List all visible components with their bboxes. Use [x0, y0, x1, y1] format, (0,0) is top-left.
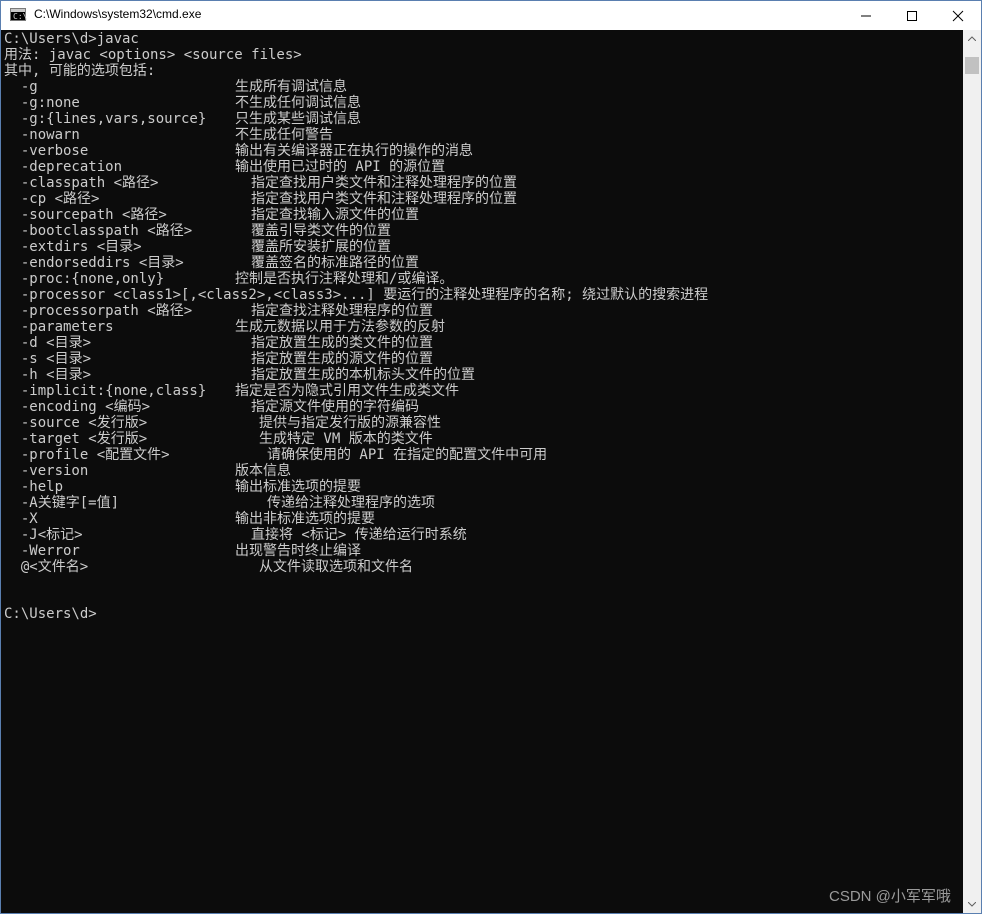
- option-description: 只生成某些调试信息: [235, 111, 361, 127]
- option-description: 生成元数据以用于方法参数的反射: [235, 319, 445, 335]
- option-description: 输出使用已过时的 API 的源位置: [235, 159, 446, 175]
- maximize-icon: [907, 10, 917, 21]
- maximize-button[interactable]: [889, 1, 935, 30]
- vertical-scrollbar[interactable]: [963, 30, 981, 913]
- option-description: 指定放置生成的本机标头文件的位置: [251, 367, 475, 383]
- chevron-down-icon: [968, 902, 976, 907]
- option-description: 指定查找用户类文件和注释处理程序的位置: [251, 175, 517, 191]
- option-name: -h <目录>: [4, 367, 92, 383]
- csdn-watermark: CSDN @小军军哦: [829, 888, 951, 905]
- option-name: -d <目录>: [4, 335, 92, 351]
- option-name: -verbose: [4, 143, 89, 159]
- scroll-down-button[interactable]: [963, 896, 981, 913]
- option-description: 指定放置生成的源文件的位置: [251, 351, 433, 367]
- option-description: 指定放置生成的类文件的位置: [251, 335, 433, 351]
- option-description: 传递给注释处理程序的选项: [267, 495, 435, 511]
- minimize-icon: [861, 15, 871, 16]
- option-description: 指定是否为隐式引用文件生成类文件: [235, 383, 459, 399]
- option-name: -processorpath <路径>: [4, 303, 193, 319]
- option-description: 指定查找用户类文件和注释处理程序的位置: [251, 191, 517, 207]
- chevron-up-icon: [968, 36, 976, 41]
- cmd-window: C:\ C:\Windows\system32\cmd.exe C:\Users…: [0, 0, 982, 914]
- option-name: -implicit:{none,class}: [4, 383, 207, 399]
- option-name: -endorseddirs <目录>: [4, 255, 184, 271]
- close-button[interactable]: [935, 1, 981, 30]
- option-name: -s <目录>: [4, 351, 92, 367]
- option-description: 覆盖签名的标准路径的位置: [251, 255, 419, 271]
- option-description: 输出有关编译器正在执行的操作的消息: [235, 143, 473, 159]
- option-description: 控制是否执行注释处理和/或编译。: [235, 271, 454, 287]
- option-name: -source <发行版>: [4, 415, 148, 431]
- console-line: 其中, 可能的选项包括:: [4, 63, 156, 79]
- option-name: -help: [4, 479, 64, 495]
- option-description: 覆盖所安装扩展的位置: [251, 239, 391, 255]
- option-description: 请确保使用的 API 在指定的配置文件中可用: [267, 447, 548, 463]
- option-description: 不生成任何调试信息: [235, 95, 361, 111]
- option-name: -encoding <编码>: [4, 399, 151, 415]
- option-description: 输出标准选项的提要: [235, 479, 361, 495]
- minimize-button[interactable]: [843, 1, 889, 30]
- option-description: 不生成任何警告: [235, 127, 333, 143]
- option-description: 从文件读取选项和文件名: [259, 559, 413, 575]
- console-app-icon[interactable]: C:\: [10, 8, 28, 21]
- console-prompt: C:\Users\d>: [4, 606, 97, 622]
- option-name: -proc:{none,only}: [4, 271, 165, 287]
- option-name: -X: [4, 511, 38, 527]
- console-line: C:\Users\d>javac: [4, 31, 139, 47]
- option-name: -processor <class1>[,<class2>,<class3>..…: [4, 287, 709, 303]
- console-output[interactable]: C:\Users\d>javac 用法: javac <options> <so…: [1, 30, 963, 913]
- scroll-up-button[interactable]: [963, 30, 981, 47]
- console-line: 用法: javac <options> <source files>: [4, 47, 302, 63]
- option-name: -parameters: [4, 319, 114, 335]
- option-description: 指定查找输入源文件的位置: [251, 207, 419, 223]
- option-description: 出现警告时终止编译: [235, 543, 361, 559]
- option-name: -classpath <路径>: [4, 175, 159, 191]
- option-name: -A关键字[=值]: [4, 495, 120, 511]
- option-description: 版本信息: [235, 463, 291, 479]
- option-name: -extdirs <目录>: [4, 239, 142, 255]
- option-name: -g: [4, 79, 38, 95]
- option-description: 提供与指定发行版的源兼容性: [259, 415, 441, 431]
- option-name: -version: [4, 463, 89, 479]
- scroll-thumb[interactable]: [965, 57, 979, 74]
- option-description: 直接将 <标记> 传递给运行时系统: [251, 527, 467, 543]
- icon-prompt-text: C:\: [13, 12, 28, 21]
- option-name: -nowarn: [4, 127, 80, 143]
- option-description: 生成特定 VM 版本的类文件: [259, 431, 433, 447]
- option-name: -g:none: [4, 95, 80, 111]
- option-name: -bootclasspath <路径>: [4, 223, 193, 239]
- option-description: 输出非标准选项的提要: [235, 511, 375, 527]
- option-description: 生成所有调试信息: [235, 79, 347, 95]
- option-name: -target <发行版>: [4, 431, 148, 447]
- window-title: C:\Windows\system32\cmd.exe: [34, 7, 202, 21]
- option-description: 指定源文件使用的字符编码: [251, 399, 419, 415]
- option-name: -g:{lines,vars,source}: [4, 111, 207, 127]
- option-name: @<文件名>: [4, 559, 89, 575]
- option-name: -deprecation: [4, 159, 123, 175]
- close-icon: [952, 10, 964, 21]
- option-description: 指定查找注释处理程序的位置: [251, 303, 433, 319]
- option-name: -J<标记>: [4, 527, 83, 543]
- option-name: -profile <配置文件>: [4, 447, 170, 463]
- option-name: -sourcepath <路径>: [4, 207, 167, 223]
- title-bar[interactable]: C:\ C:\Windows\system32\cmd.exe: [1, 1, 981, 30]
- option-description: 覆盖引导类文件的位置: [251, 223, 391, 239]
- option-name: -cp <路径>: [4, 191, 100, 207]
- option-name: -Werror: [4, 543, 80, 559]
